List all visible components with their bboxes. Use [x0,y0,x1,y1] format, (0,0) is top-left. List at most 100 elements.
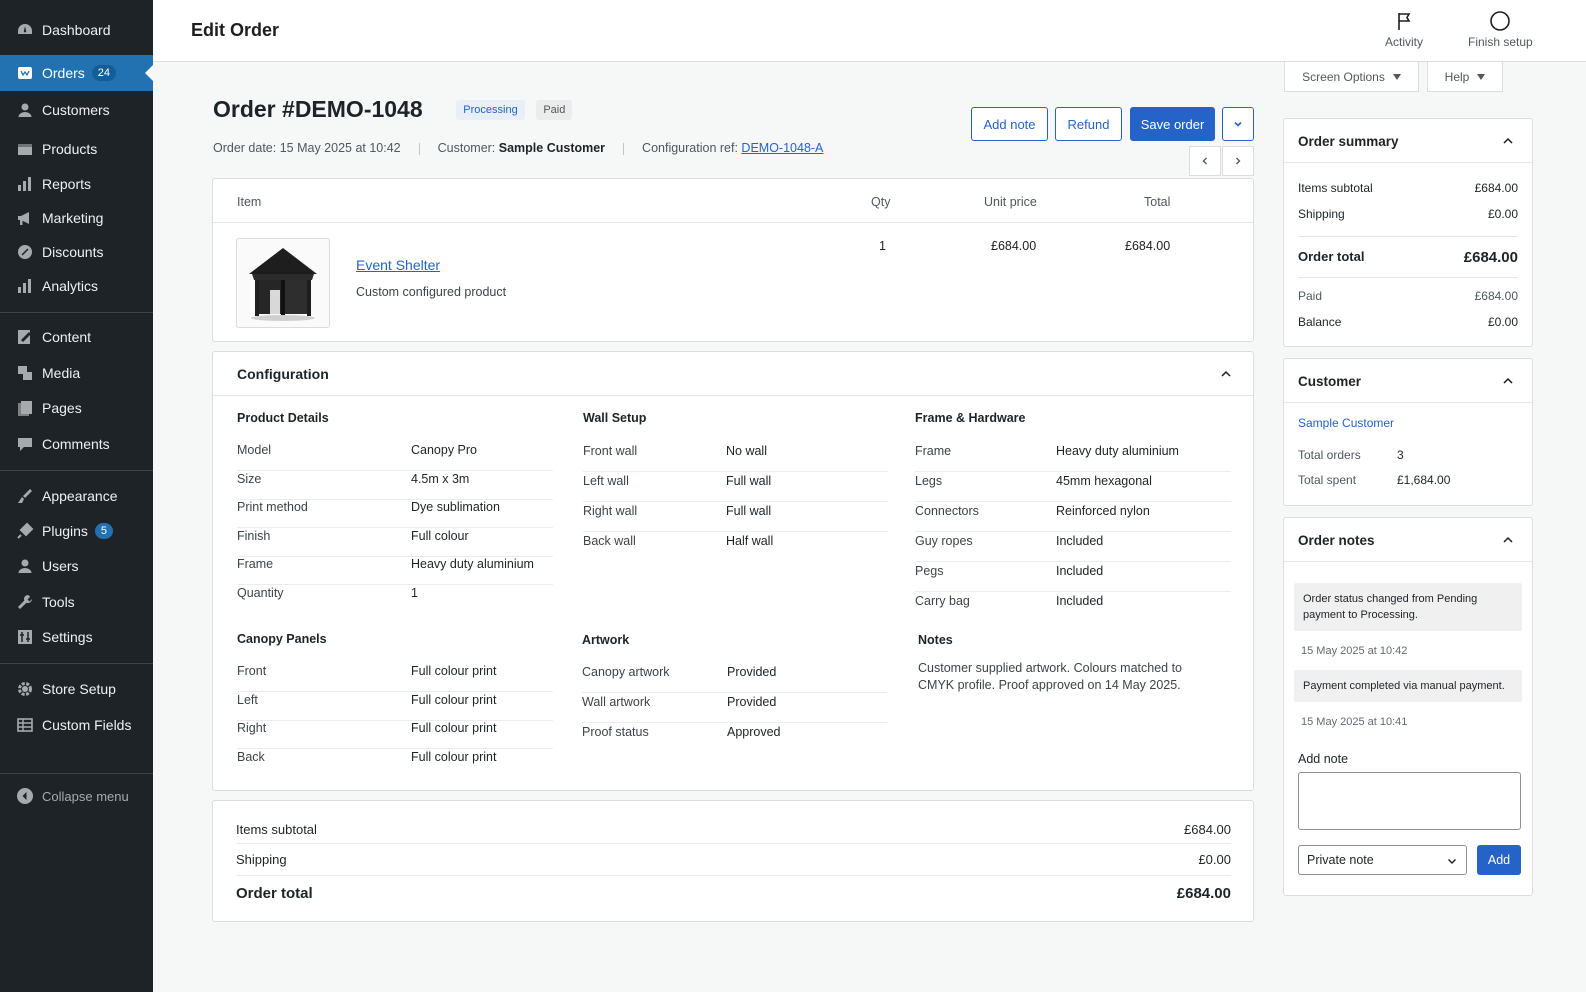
items-table-header: Item Qty Unit price Total [213,179,1253,223]
sidebar-item-label: Users [42,558,79,574]
sidebar-item-marketing[interactable]: Marketing [0,200,153,236]
config-row: Size 4.5m x 3m [237,472,553,500]
config-row: Back Full colour print [237,750,497,764]
chevron-up-icon[interactable] [1501,533,1515,547]
sidebar-item-label: Orders [42,65,85,81]
item-unit-price: £684.00 [991,239,1037,253]
sidebar-item-label: Appearance [42,488,118,504]
collapse-icon [16,787,34,805]
add-note-submit-button[interactable]: Add [1477,845,1521,875]
finish-setup-button[interactable]: Finish setup [1468,10,1533,49]
summary-items-subtotal: Items subtotal £684.00 [1298,181,1518,195]
plugins-icon [16,522,34,540]
customer-total-spent: Total spent £1,684.00 [1298,473,1451,487]
sidebar-item-users[interactable]: Users [0,548,153,584]
sidebar-item-discounts[interactable]: Discounts [0,234,153,270]
finish-setup-label: Finish setup [1468,35,1533,49]
item-qty: 1 [879,239,886,253]
config-row: Model Canopy Pro [237,443,553,471]
order-notes-title: Order notes [1298,533,1375,548]
sidebar-item-content[interactable]: Content [0,319,153,355]
previous-order-button[interactable] [1189,146,1221,176]
config-row: Wall artwork Provided [582,695,887,723]
sidebar-item-label: Analytics [42,278,99,294]
config-row: Frame Heavy duty aluminium [237,557,553,585]
custom-fields-icon [16,716,34,734]
sidebar-item-pages[interactable]: Pages [0,390,153,426]
sidebar-item-analytics[interactable]: Analytics [0,268,153,304]
save-order-button[interactable]: Save order [1130,107,1215,141]
sidebar-item-appearance[interactable]: Appearance [0,478,153,514]
sidebar-item-label: Media [42,365,81,381]
users-icon [16,557,34,575]
chevron-left-icon [1199,155,1211,167]
config-ref-label: Configuration ref: [642,141,738,155]
screen-options-button[interactable]: Screen Options [1284,62,1419,92]
help-label: Help [1444,69,1470,84]
refund-button[interactable]: Refund [1055,107,1122,141]
sidebar-item-label: Products [42,141,98,157]
plugins-count-badge: 5 [94,523,114,539]
next-order-button[interactable] [1222,146,1254,176]
configuration-title: Configuration [237,366,329,382]
order-summary-header[interactable]: Order summary [1284,119,1532,163]
top-header: Edit Order Activity Finish setup [153,0,1586,62]
config-row: Left Full colour print [237,693,553,721]
sidebar-item-customers[interactable]: Customers [0,92,153,128]
sidebar-item-plugins[interactable]: Plugins 5 [0,513,153,549]
sidebar-item-settings[interactable]: Settings [0,619,153,655]
note-textarea[interactable] [1298,772,1521,830]
config-row: Pegs Included [915,564,1231,592]
customer-header[interactable]: Customer [1284,359,1532,403]
sidebar-item-tools[interactable]: Tools [0,584,153,620]
totals-row-shipping: Shipping £0.00 [236,852,1231,876]
sidebar-item-orders[interactable]: Orders 24 [0,55,153,91]
sidebar-item-store-setup[interactable]: Store Setup [0,671,153,707]
chevron-up-icon[interactable] [1501,374,1515,388]
sidebar-item-label: Customers [42,102,110,118]
config-row: Legs 45mm hexagonal [915,474,1231,502]
frame-hardware-title: Frame & Hardware [915,411,1026,425]
config-row: Proof status Approved [582,725,781,739]
sidebar-item-reports[interactable]: Reports [0,166,153,202]
customer-meta-label: Customer: [437,141,496,155]
sidebar-item-label: Reports [42,176,92,192]
chevron-down-icon [1232,118,1244,130]
wall-setup-title: Wall Setup [583,411,647,425]
order-note: Order status changed from Pending paymen… [1294,583,1522,631]
activity-label: Activity [1385,35,1424,49]
product-link[interactable]: Event Shelter [356,257,440,273]
note-type-value: Private note [1307,853,1374,867]
customer-link[interactable]: Sample Customer [1298,416,1518,430]
collapse-menu-button[interactable]: Collapse menu [16,787,129,805]
sidebar-item-media[interactable]: Media [0,355,153,391]
config-ref-link[interactable]: DEMO-1048-A [741,141,823,155]
order-note: Payment completed via manual payment. [1294,670,1522,702]
sidebar-item-dashboard[interactable]: Dashboard [0,12,153,48]
configuration-header[interactable]: Configuration [213,352,1253,396]
megaphone-icon [16,209,34,227]
product-subtitle: Custom configured product [356,285,507,299]
config-row: Carry bag Included [915,594,1104,608]
sidebar-item-comments[interactable]: Comments [0,426,153,462]
customer-card: Customer Sample Customer Total orders 3 T… [1283,358,1533,506]
note-type-select[interactable]: Private note [1298,845,1467,875]
payment-badge: Paid [536,99,573,120]
add-note-button[interactable]: Add note [971,107,1048,141]
admin-sidebar: Dashboard Orders 24 Customers Products R… [0,0,153,992]
notes-text: Customer supplied artwork. Colours match… [918,661,1183,692]
order-date: Order date: 15 May 2025 at 10:42 [213,141,401,155]
canopy-panels-title: Canopy Panels [237,632,327,646]
settings-icon [16,628,34,646]
sidebar-item-custom-fields[interactable]: Custom Fields [0,707,153,743]
chevron-up-icon[interactable] [1501,134,1515,148]
more-actions-button[interactable] [1222,107,1254,141]
sidebar-item-products[interactable]: Products [0,131,153,167]
order-notes-header[interactable]: Order notes [1284,518,1532,562]
chevron-up-icon[interactable] [1219,367,1233,381]
activity-button[interactable]: Activity [1385,10,1423,49]
customer-total-orders: Total orders 3 [1298,448,1404,462]
sidebar-divider [0,663,153,664]
col-total: Total [1144,195,1171,209]
help-button[interactable]: Help [1427,62,1503,92]
